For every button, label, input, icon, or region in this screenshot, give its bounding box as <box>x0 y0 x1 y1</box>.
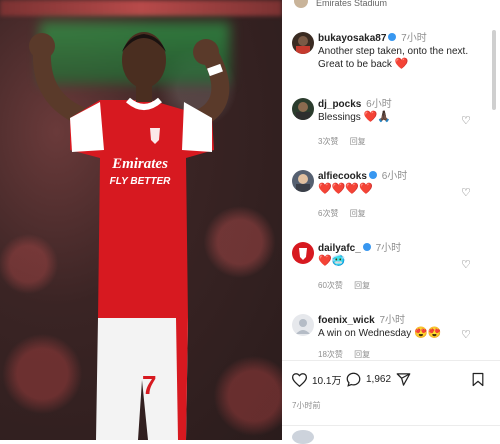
comment-username[interactable]: dailyafc_ <box>318 243 361 254</box>
comment-item: dj_pocks 6小时 Blessings ❤️🙏🏿 3次赞 回复 ♡ <box>282 96 492 152</box>
comment-heart-icon[interactable]: ♡ <box>461 188 472 199</box>
post-photo[interactable]: Emirates FLY BETTER 7 <box>0 0 282 440</box>
comment-count: 1,962 <box>366 374 392 385</box>
comment-button[interactable]: 1,962 <box>346 372 391 387</box>
caption-line-2: Great to be back <box>318 59 392 70</box>
comment-heart-icon[interactable]: ♡ <box>461 260 472 271</box>
comment-time: 7小时 <box>379 315 406 326</box>
comment-text: Blessings <box>318 112 361 123</box>
comment-like-count[interactable]: 60次赞 <box>318 281 343 290</box>
comment-username[interactable]: foenix_wick <box>318 315 375 326</box>
reply-link[interactable]: 回复 <box>350 209 366 218</box>
location-avatar <box>294 0 308 8</box>
action-bar: 10.1万 1,962 <box>282 368 500 394</box>
player-figure <box>29 32 230 440</box>
divider <box>282 425 500 426</box>
save-button[interactable] <box>472 372 484 387</box>
comment-username[interactable]: alfiecooks <box>318 171 367 182</box>
verified-badge-icon <box>388 33 397 42</box>
like-count: 10.1万 <box>312 376 342 387</box>
comment-emoji: ❤️🥶 <box>318 255 346 267</box>
like-button[interactable]: 10.1万 <box>292 372 341 387</box>
comment-emoji: ❤️🙏🏿 <box>363 111 391 123</box>
comment-time: 6小时 <box>381 171 408 182</box>
share-icon <box>396 373 411 386</box>
divider <box>282 360 500 361</box>
comment-username[interactable]: dj_pocks <box>318 99 361 110</box>
comments-panel: Emirates Stadium bukayosaka87 7小时 Anothe… <box>282 0 500 444</box>
comment-time: 7小时 <box>375 243 402 254</box>
heart-icon <box>292 372 307 387</box>
avatar[interactable] <box>292 98 314 120</box>
comment-emoji: ❤️❤️❤️❤️ <box>318 183 373 195</box>
comment-like-count[interactable]: 6次赞 <box>318 209 338 218</box>
author-username[interactable]: bukayosaka87 <box>318 33 386 44</box>
post-age: 7小时前 <box>292 401 321 410</box>
comment-heart-icon[interactable]: ♡ <box>461 330 472 341</box>
caption-heart-emoji: ❤️ <box>394 58 409 70</box>
comment-like-count[interactable]: 18次赞 <box>318 350 343 359</box>
verified-badge-icon <box>362 243 371 252</box>
avatar[interactable] <box>292 170 314 192</box>
verified-badge-icon <box>368 171 377 180</box>
shirt-sponsor: Emirates <box>112 156 168 172</box>
share-button[interactable] <box>396 372 411 387</box>
comment-emoji: 😍😍 <box>414 327 442 339</box>
author-caption: bukayosaka87 7小时 Another step taken, ont… <box>282 30 492 82</box>
avatar[interactable] <box>292 314 314 336</box>
comment-icon <box>346 372 361 387</box>
shorts-number: 7 <box>142 370 157 400</box>
author-time: 7小时 <box>401 33 427 44</box>
comment-text: A win on Wednesday <box>318 328 412 339</box>
bookmark-icon <box>472 372 484 387</box>
post-location[interactable]: Emirates Stadium <box>282 0 492 14</box>
comment-heart-icon[interactable]: ♡ <box>461 116 472 127</box>
comment-item: foenix_wick 7小时 A win on Wednesday 😍😍 18… <box>282 312 492 362</box>
comment-item: alfiecooks 6小时 ❤️❤️❤️❤️ 6次赞 回复 ♡ <box>282 168 492 224</box>
avatar <box>292 430 314 444</box>
avatar[interactable] <box>292 32 314 54</box>
reply-link[interactable]: 回复 <box>354 281 370 290</box>
reply-link[interactable]: 回复 <box>350 137 366 146</box>
scrollbar[interactable] <box>492 30 496 110</box>
comment-time: 6小时 <box>366 99 392 110</box>
avatar[interactable] <box>292 242 314 264</box>
shirt-sponsor-tagline: FLY BETTER <box>109 176 171 187</box>
comment-like-count[interactable]: 3次赞 <box>318 137 338 146</box>
reply-link[interactable]: 回复 <box>354 350 370 359</box>
comment-item: dailyafc_ 7小时 ❤️🥶 60次赞 回复 ♡ <box>282 240 492 296</box>
caption-line-1: Another step taken, onto the next. <box>318 46 469 57</box>
